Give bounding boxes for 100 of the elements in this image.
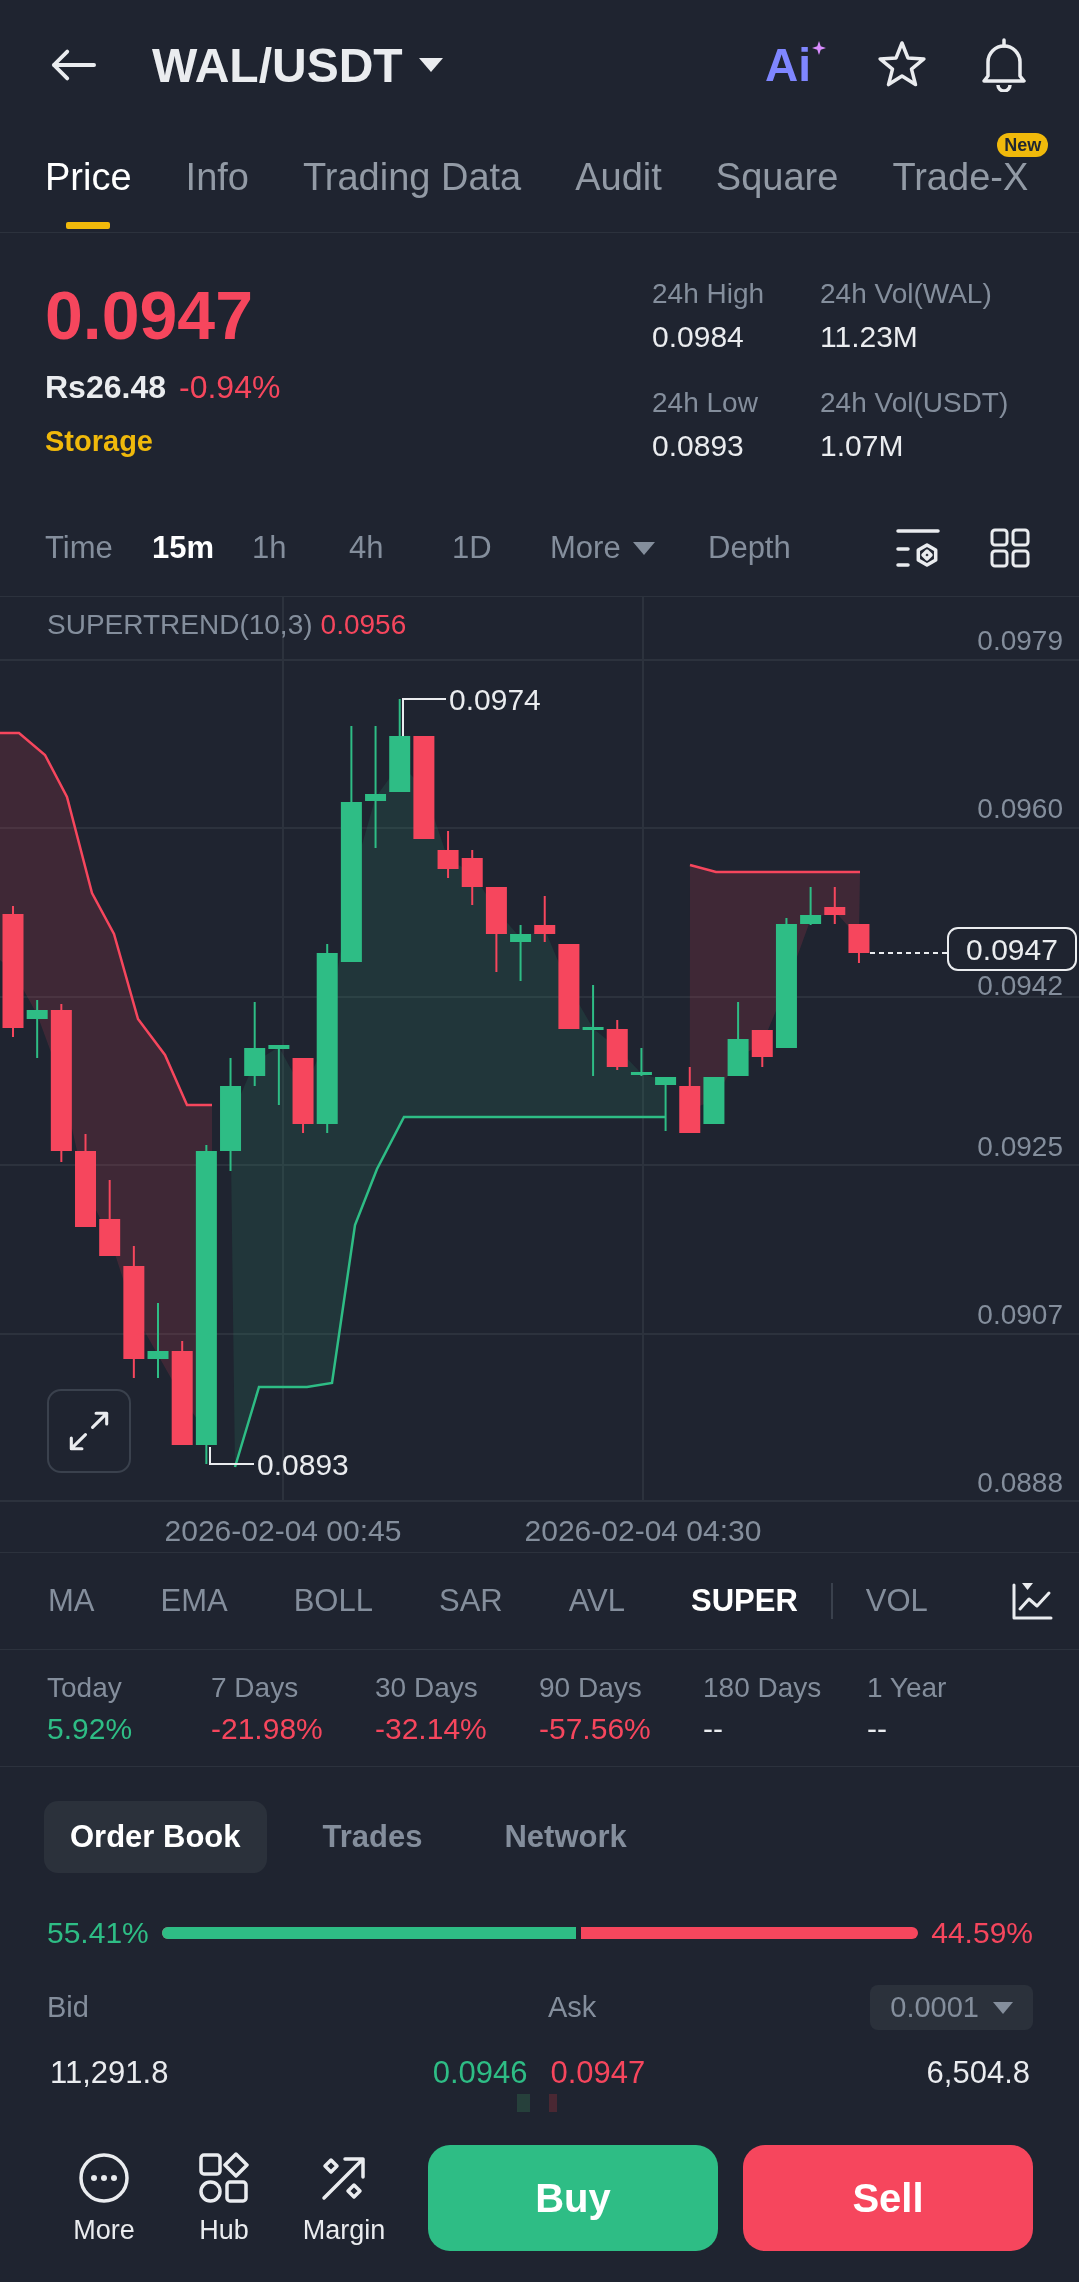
bid-share: 55.41% (47, 1916, 149, 1950)
order-book-tab[interactable]: Network (478, 1801, 653, 1873)
candle (751, 1029, 773, 1068)
interval-tab[interactable]: Time (45, 528, 113, 568)
candle (437, 830, 459, 879)
period-change: -21.98% (211, 1711, 323, 1747)
stat-label: 24h Vol(USDT) (820, 386, 1009, 420)
caret-down-icon (418, 58, 443, 72)
candle (824, 886, 846, 925)
tab[interactable]: Trade-X (892, 158, 1029, 232)
y-axis-label: 0.0960 (977, 793, 1063, 824)
more-icon (78, 2152, 130, 2204)
stat-value: 0.0893 (652, 428, 745, 464)
indicator-tab[interactable]: EMA (160, 1581, 228, 1621)
period-change: -32.14% (375, 1711, 487, 1747)
candle (534, 895, 556, 943)
last-price-tag: 0.0947 (947, 927, 1077, 971)
x-axis-label: 2026-02-04 00:45 (164, 1514, 402, 1547)
candle (630, 1047, 652, 1077)
stat-label: 24h Low (652, 386, 759, 420)
y-axis-label: 0.0888 (977, 1467, 1063, 1498)
sell-button[interactable]: Sell (743, 2145, 1033, 2251)
ask-price: 0.0947 (550, 2054, 646, 2092)
bid-price: 0.0946 (432, 2054, 528, 2092)
indicator-tab[interactable]: VOL (865, 1581, 928, 1621)
ask-share: 44.59% (931, 1916, 1033, 1950)
ask-depth-bar (548, 2094, 557, 2112)
interval-tab[interactable]: 4h (349, 528, 384, 568)
candle (26, 999, 48, 1059)
interval-tab[interactable]: 15m (152, 528, 215, 568)
margin-button[interactable]: Margin (284, 2145, 404, 2251)
new-badge: New (997, 133, 1049, 157)
stat-label: 24h Vol(WAL) (820, 277, 993, 311)
period-change: -- (867, 1711, 887, 1747)
indicator-tab[interactable]: SUPER (691, 1581, 798, 1621)
y-axis-label: 0.0907 (977, 1299, 1063, 1330)
period-label: Today (47, 1671, 122, 1705)
ai-button[interactable]: Ai (765, 41, 826, 89)
tab[interactable]: Square (715, 158, 839, 232)
period-label: 7 Days (211, 1671, 299, 1705)
y-axis-label: 0.0925 (977, 1131, 1063, 1162)
bid-amount: 11,291.8 (50, 2054, 169, 2092)
interval-tab[interactable]: 1D (452, 528, 492, 568)
interval-tab[interactable]: Depth (708, 528, 791, 568)
precision-dropdown[interactable]: 0.0001 (870, 1985, 1033, 2030)
high-price-label: 0.0974 (449, 683, 541, 716)
period-label: 30 Days (375, 1671, 478, 1705)
bid-depth-bar (516, 2094, 530, 2112)
indicator-tab[interactable]: BOLL (293, 1581, 373, 1621)
pair-selector[interactable]: WAL/USDT (152, 37, 443, 93)
indicator-tab[interactable]: MA (48, 1581, 95, 1621)
indicator-tab[interactable]: AVL (568, 1581, 625, 1621)
candle (679, 1066, 701, 1134)
ask-amount: 6,504.8 (926, 2054, 1030, 2092)
order-book-tab[interactable]: Order Book (44, 1801, 267, 1873)
period-change: 5.92% (47, 1711, 133, 1747)
line-chart-icon[interactable] (1011, 1581, 1053, 1621)
order-book-tab[interactable]: Trades (296, 1801, 449, 1873)
list-settings-icon[interactable] (896, 528, 940, 568)
shapes-icon (198, 2152, 250, 2204)
more-button[interactable]: More (44, 2145, 164, 2251)
indicator-value: 0.0956 (320, 608, 407, 642)
x-axis-label: 2026-02-04 04:30 (524, 1514, 762, 1547)
period-change: -57.56% (539, 1711, 651, 1747)
caret-down-icon (993, 2001, 1013, 2014)
tab[interactable]: Info (185, 158, 249, 232)
buy-button[interactable]: Buy (428, 2145, 718, 2251)
stat-value: 1.07M (820, 428, 905, 464)
price-change: -0.94% (179, 368, 281, 407)
period-label: 90 Days (539, 1671, 642, 1705)
stat-value: 11.23M (820, 319, 919, 355)
tab[interactable]: Price (45, 158, 132, 232)
indicator-tab[interactable]: SAR (438, 1581, 503, 1621)
candle (461, 849, 483, 906)
last-price: 0.0947 (45, 281, 253, 349)
grid-icon[interactable] (990, 528, 1030, 568)
stat-label: 24h High (652, 277, 766, 311)
y-axis-label: 0.0979 (977, 625, 1063, 656)
interval-dropdown[interactable]: More (550, 528, 655, 568)
period-label: 180 Days (703, 1671, 822, 1705)
low-price-label: 0.0893 (257, 1448, 349, 1481)
y-axis-label: 0.0942 (977, 970, 1063, 1001)
expand-button[interactable] (47, 1389, 131, 1473)
leader-line (209, 1446, 255, 1465)
period-label: 1 Year (867, 1671, 947, 1705)
fiat-price: Rs26.48 (45, 368, 166, 407)
candle (510, 924, 532, 982)
leader-line (402, 698, 447, 737)
back-arrow-icon[interactable] (50, 47, 96, 83)
period-change: -- (703, 1711, 723, 1747)
interval-tab[interactable]: 1h (252, 528, 287, 568)
ask-header: Ask (548, 1991, 597, 2024)
stat-value: 0.0984 (652, 319, 745, 355)
tab[interactable]: Trading Data (302, 158, 522, 232)
indicator-label: SUPERTREND(10,3) (47, 608, 313, 642)
candle (655, 1076, 677, 1132)
tab[interactable]: Audit (575, 158, 662, 232)
sector-tag[interactable]: Storage (45, 423, 153, 459)
hub-button[interactable]: Hub (164, 2145, 284, 2251)
candle (268, 1044, 290, 1106)
